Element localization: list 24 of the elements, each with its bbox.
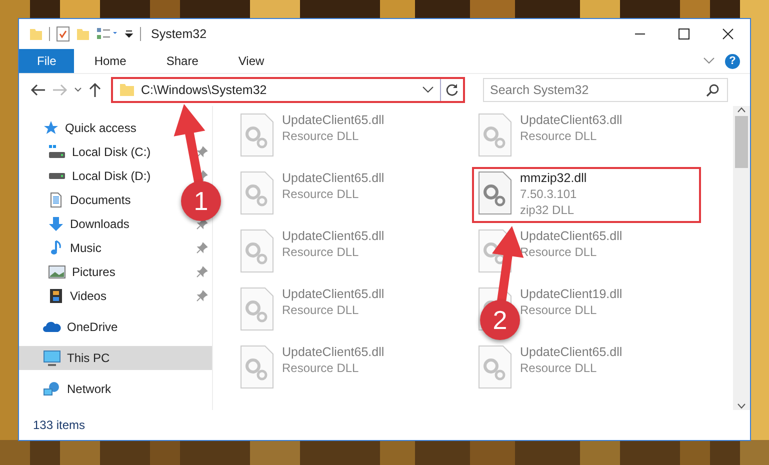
file-detail: Resource DLL: [520, 129, 598, 143]
file-name: UpdateClient65.dll: [520, 229, 622, 243]
file-name: UpdateClient65.dll: [282, 345, 384, 359]
file-name: UpdateClient19.dll: [520, 287, 622, 301]
address-path: C:\Windows\System32: [141, 83, 268, 97]
file-detail: Resource DLL: [282, 361, 360, 375]
file-name: mmzip32.dll: [520, 171, 587, 185]
window-title: System32: [151, 27, 207, 41]
file-name: UpdateClient65.dll: [282, 229, 384, 243]
file-detail: Resource DLL: [282, 245, 360, 259]
file-name: UpdateClient63.dll: [520, 113, 622, 127]
file-detail: 7.50.3.101: [520, 187, 578, 201]
file-name: UpdateClient65.dll: [520, 345, 622, 359]
file-detail: Resource DLL: [282, 129, 360, 143]
file-detail: Resource DLL: [282, 303, 360, 317]
file-detail: Resource DLL: [520, 303, 598, 317]
file-name: UpdateClient65.dll: [282, 287, 384, 301]
file-detail: Resource DLL: [520, 245, 598, 259]
file-detail: zip32 DLL: [520, 203, 576, 217]
file-detail: Resource DLL: [520, 361, 598, 375]
file-name: UpdateClient65.dll: [282, 113, 384, 127]
file-name: UpdateClient65.dll: [282, 171, 384, 185]
file-detail: Resource DLL: [282, 187, 360, 201]
item-count: 133 items: [33, 418, 86, 432]
